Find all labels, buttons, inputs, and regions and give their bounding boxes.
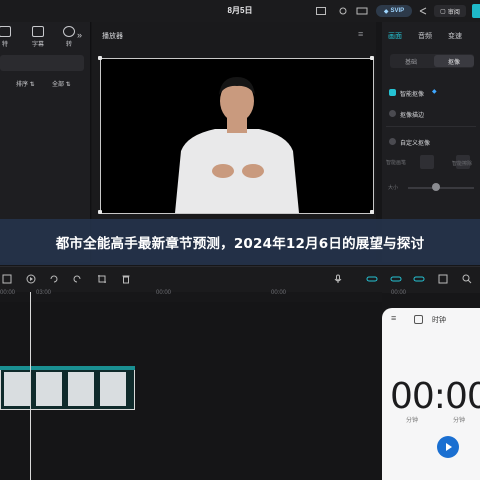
player-menu-icon[interactable]: ≡ — [358, 29, 363, 39]
headline-banner: 都市全能高手最新章节预测，2024年12月6日的展望与探讨 — [0, 219, 480, 265]
stopwatch-time: 00:00 — [390, 376, 480, 417]
more-tabs-icon[interactable]: » — [77, 30, 82, 40]
window-icon[interactable] — [315, 5, 327, 17]
headline-text: 都市全能高手最新章节预测，2024年12月6日的展望与探讨 — [55, 236, 425, 252]
ruler-tick: 00:00 — [156, 290, 172, 296]
time-ruler[interactable] — [0, 292, 382, 302]
export-button[interactable] — [472, 4, 480, 18]
brush-icon[interactable] — [420, 155, 434, 169]
clip-thumbnail — [4, 372, 30, 406]
tab-audio[interactable]: 音频 — [418, 31, 432, 41]
ruler-tick: 03:00 — [36, 290, 52, 296]
microphone-icon[interactable] — [333, 274, 343, 284]
effects-icon — [0, 26, 11, 37]
review-button[interactable]: ▢ 审阅 — [434, 5, 466, 17]
play-icon[interactable] — [26, 274, 36, 284]
media-search-input[interactable] — [0, 55, 84, 71]
smart-cutout-checkbox[interactable] — [389, 89, 396, 96]
tab-effects[interactable]: 特 — [0, 26, 16, 48]
filter-all-label: 全部 — [52, 82, 65, 88]
svip-label: SVIP — [390, 8, 405, 14]
layout-icon[interactable] — [2, 274, 12, 284]
tab-speed[interactable]: 变速 — [448, 31, 462, 41]
text-icon — [32, 26, 44, 37]
redo-icon[interactable] — [72, 274, 82, 284]
clip-thumbnail — [100, 372, 126, 406]
diamond-icon: ◆ — [432, 89, 437, 95]
clip-thumbnail — [68, 372, 94, 406]
size-label: 大小 — [388, 185, 399, 191]
preview-axis-icon[interactable] — [438, 274, 448, 284]
play-icon — [446, 443, 452, 451]
crop-handle[interactable] — [370, 210, 374, 214]
eraser-sublabel: 智能擦除 — [452, 161, 473, 167]
divider — [386, 126, 476, 127]
sort-button[interactable]: 排序 ⇅ — [16, 79, 35, 88]
crop-handle[interactable] — [370, 56, 374, 60]
ruler-tick: 00:00 — [0, 290, 16, 296]
settings-icon[interactable] — [337, 5, 349, 17]
svip-badge[interactable]: ◆ SVIP — [376, 5, 412, 17]
segment-cutout[interactable]: 抠像 — [434, 55, 474, 67]
playhead[interactable] — [30, 292, 31, 480]
sort-label: 排序 — [16, 82, 29, 88]
tab-effects-label: 特 — [1, 42, 8, 48]
link-track-icon[interactable] — [413, 274, 425, 284]
filter-all-button[interactable]: 全部 ⇅ — [52, 79, 71, 88]
diamond-icon: ◆ — [383, 8, 389, 15]
clip-thumbnail — [36, 372, 62, 406]
tab-text-label: 字幕 — [31, 42, 44, 48]
custom-cutout-label: 自定义抠像 — [400, 141, 431, 147]
review-label: 审阅 — [447, 9, 460, 16]
smart-cutout-label: 智能抠像 — [400, 92, 425, 98]
transition-icon — [63, 26, 75, 37]
delete-icon[interactable] — [121, 274, 131, 284]
clip-header — [0, 366, 135, 370]
stroke-checkbox[interactable] — [389, 110, 396, 117]
presenter-figure — [175, 77, 299, 213]
undo-icon[interactable] — [49, 274, 59, 284]
start-button[interactable] — [437, 436, 459, 458]
minutes-label: 分钟 — [406, 418, 419, 424]
segment-basic[interactable]: 基础 — [390, 54, 432, 68]
stroke-label: 抠像描边 — [400, 113, 425, 119]
tab-text[interactable]: 字幕 — [27, 26, 49, 48]
clock-app-icon — [414, 315, 423, 324]
keyboard-icon[interactable] — [356, 5, 368, 17]
seconds-label: 分钟 — [453, 418, 466, 424]
size-slider[interactable] — [408, 187, 474, 189]
tab-picture[interactable]: 画面 — [388, 31, 402, 41]
player-title: 播放器 — [102, 33, 123, 40]
video-preview[interactable] — [100, 58, 374, 214]
ruler-tick: 00:00 — [271, 290, 287, 296]
tab-transition-label: 转 — [65, 42, 72, 48]
crop-handle[interactable] — [98, 56, 102, 60]
ruler-tick: 00:00 — [391, 290, 407, 296]
custom-cutout-checkbox[interactable] — [389, 138, 396, 145]
crop-icon[interactable] — [97, 274, 107, 284]
link-icon[interactable] — [366, 274, 378, 284]
zoom-icon[interactable] — [462, 274, 472, 284]
share-icon[interactable] — [417, 5, 429, 17]
clock-title: 时钟 — [432, 317, 446, 324]
crop-handle[interactable] — [98, 210, 102, 214]
size-slider-handle[interactable] — [432, 183, 440, 191]
review-icon: ▢ — [440, 8, 446, 15]
menu-icon[interactable]: ≡ — [391, 313, 396, 323]
snap-icon[interactable] — [390, 274, 402, 284]
brush-sublabel: 智能画笔 — [386, 160, 407, 166]
